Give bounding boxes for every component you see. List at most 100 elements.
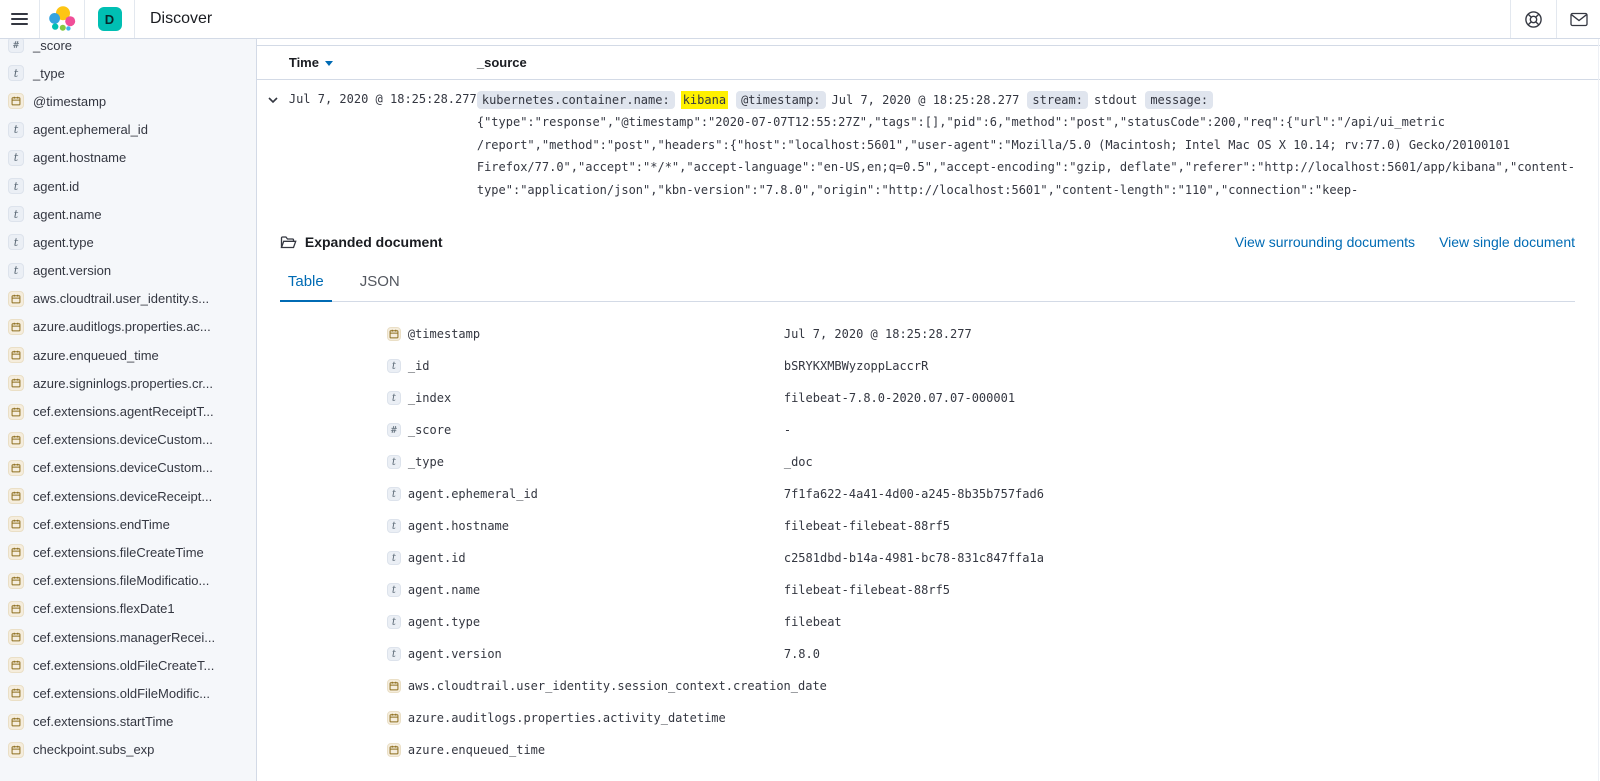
tab-json[interactable]: JSON xyxy=(352,273,408,301)
collapse-row-chevron-icon[interactable] xyxy=(265,92,281,108)
header-spacer xyxy=(212,0,1510,38)
document-field: tagent.name xyxy=(387,583,784,597)
sidebar-field-label: azure.signinlogs.properties.cr... xyxy=(33,376,213,391)
document-field-name: agent.ephemeral_id xyxy=(408,487,538,501)
document-field: t_index xyxy=(387,391,784,405)
string-type-icon: t xyxy=(8,65,24,81)
sidebar-field-cef.extensions.endTime[interactable]: cef.extensions.endTime xyxy=(0,510,256,538)
sidebar-field-label: cef.extensions.fileModificatio... xyxy=(33,573,209,588)
sidebar-field-cef.extensions.fileCreateTime[interactable]: cef.extensions.fileCreateTime xyxy=(0,538,256,566)
sidebar-field-cef.extensions.oldFileModific...[interactable]: cef.extensions.oldFileModific... xyxy=(0,679,256,707)
available-fields-list: #_scoret_type@timestamptagent.ephemeral_… xyxy=(0,39,256,764)
document-field: azure.enqueued_time xyxy=(387,743,784,757)
tab-table[interactable]: Table xyxy=(280,273,332,302)
sidebar-field-azure.auditlogs.properties.ac...[interactable]: azure.auditlogs.properties.ac... xyxy=(0,313,256,341)
elastic-logo-icon xyxy=(48,5,76,33)
sidebar-field-label: cef.extensions.deviceCustom... xyxy=(33,460,213,475)
document-field-name: _score xyxy=(408,423,451,437)
source-field-badge: @timestamp: xyxy=(736,91,825,109)
space-selector[interactable]: D xyxy=(85,0,135,38)
sidebar-field-cef.extensions.deviceCustom...[interactable]: cef.extensions.deviceCustom... xyxy=(0,426,256,454)
sidebar-field-agent.hostname[interactable]: t agent.hostname xyxy=(0,144,256,172)
sidebar-field-label: cef.extensions.agentReceiptT... xyxy=(33,404,214,419)
newsfeed-button[interactable] xyxy=(1556,0,1600,38)
help-button[interactable] xyxy=(1510,0,1556,38)
sidebar-field-checkpoint.subs_exp[interactable]: checkpoint.subs_exp xyxy=(0,736,256,764)
date-type-icon xyxy=(8,685,24,701)
document-field-value: filebeat-filebeat-88rf5 xyxy=(784,519,950,533)
date-type-icon xyxy=(8,404,24,420)
sidebar-field-label: cef.extensions.deviceReceipt... xyxy=(33,489,212,504)
sidebar-field-agent.version[interactable]: tagent.version xyxy=(0,257,256,285)
elastic-logo[interactable] xyxy=(40,0,85,38)
string-type-icon: t xyxy=(387,455,401,469)
document-fields-table: @timestampJul 7, 2020 @ 18:25:28.277t_id… xyxy=(280,302,1575,766)
results-table-header: Time _source xyxy=(257,45,1600,80)
sidebar-field-agent.ephemeral_id[interactable]: tagent.ephemeral_id xyxy=(0,116,256,144)
date-type-icon xyxy=(8,488,24,504)
document-field: t_type xyxy=(387,455,784,469)
sidebar-field-label: agent.ephemeral_id xyxy=(33,122,148,137)
sidebar-field-agent.type[interactable]: tagent.type xyxy=(0,228,256,256)
sidebar-field-cef.extensions.managerRecei...[interactable]: cef.extensions.managerRecei... xyxy=(0,623,256,651)
sidebar-field-label: cef.extensions.deviceCustom... xyxy=(33,432,213,447)
sort-descending-icon xyxy=(325,61,333,66)
sidebar-field-cef.extensions.agentReceiptT...[interactable]: cef.extensions.agentReceiptT... xyxy=(0,397,256,425)
string-type-icon: t xyxy=(387,391,401,405)
sidebar-field-label: agent.version xyxy=(33,263,111,278)
space-avatar[interactable]: D xyxy=(98,7,122,31)
document-field-row: tagent.typefilebeat xyxy=(280,606,1575,638)
date-type-icon xyxy=(8,629,24,645)
string-type-icon: t xyxy=(8,150,24,166)
sidebar-field-label: cef.extensions.flexDate1 xyxy=(33,601,175,616)
breadcrumb-app-title: Discover xyxy=(135,0,212,38)
string-type-icon: t xyxy=(8,206,24,222)
sidebar-field-cef.extensions.deviceReceipt...[interactable]: cef.extensions.deviceReceipt... xyxy=(0,482,256,510)
sidebar-field-label: agent.hostname xyxy=(33,150,126,165)
sidebar-field-cef.extensions.deviceCustom...[interactable]: cef.extensions.deviceCustom... xyxy=(0,454,256,482)
sidebar-field-azure.signinlogs.properties.cr...[interactable]: azure.signinlogs.properties.cr... xyxy=(0,369,256,397)
document-field-name: agent.type xyxy=(408,615,480,629)
date-type-icon xyxy=(387,679,401,693)
top-navigation-bar: D Discover xyxy=(0,0,1600,39)
string-type-icon: t xyxy=(387,519,401,533)
sidebar-field-label: cef.extensions.fileCreateTime xyxy=(33,545,204,560)
discover-results-panel: Time _source Jul 7, 2020 @ 18:25:28.277 … xyxy=(257,39,1600,781)
document-field-name: agent.id xyxy=(408,551,466,565)
date-type-icon xyxy=(8,460,24,476)
sidebar-field-label: aws.cloudtrail.user_identity.s... xyxy=(33,291,209,306)
sidebar-field-cef.extensions.flexDate1[interactable]: cef.extensions.flexDate1 xyxy=(0,595,256,623)
sidebar-field-aws.cloudtrail.user_identity.s...[interactable]: aws.cloudtrail.user_identity.s... xyxy=(0,285,256,313)
sidebar-field-cef.extensions.startTime[interactable]: cef.extensions.startTime xyxy=(0,708,256,736)
source-message-line: type":"application/json","kbn-version":"… xyxy=(477,179,1575,201)
document-field-value: 7f1fa622-4a41-4d00-a245-8b35b757fad6 xyxy=(784,487,1044,501)
document-field-row: tagent.version7.8.0 xyxy=(280,638,1575,670)
document-field-row: t_indexfilebeat-7.8.0-2020.07.07-000001 xyxy=(280,382,1575,414)
time-column-header[interactable]: Time xyxy=(289,55,477,70)
sidebar-field-@timestamp[interactable]: @timestamp xyxy=(0,87,256,115)
date-type-icon xyxy=(8,714,24,730)
view-surrounding-documents-link[interactable]: View surrounding documents xyxy=(1235,234,1415,250)
sidebar-field-agent.name[interactable]: t agent.name xyxy=(0,200,256,228)
date-type-icon xyxy=(8,516,24,532)
menu-button[interactable] xyxy=(0,0,40,38)
document-field: aws.cloudtrail.user_identity.session_con… xyxy=(387,679,784,693)
date-type-icon xyxy=(387,327,401,341)
sidebar-field-label: _score xyxy=(33,39,72,53)
sidebar-field-label: agent.name xyxy=(33,207,102,222)
sidebar-field-_score[interactable]: #_score xyxy=(0,39,256,59)
document-field-row: #_score - xyxy=(280,414,1575,446)
view-single-document-link[interactable]: View single document xyxy=(1439,234,1575,250)
sidebar-field-agent.id[interactable]: tagent.id xyxy=(0,172,256,200)
sidebar-field-azure.enqueued_time[interactable]: azure.enqueued_time xyxy=(0,341,256,369)
sidebar-field-cef.extensions.fileModificatio...[interactable]: cef.extensions.fileModificatio... xyxy=(0,567,256,595)
sidebar-field-label: cef.extensions.endTime xyxy=(33,517,170,532)
source-field-value: Jul 7, 2020 @ 18:25:28.277 xyxy=(832,89,1020,111)
sidebar-field-cef.extensions.oldFileCreateT...[interactable]: cef.extensions.oldFileCreateT... xyxy=(0,651,256,679)
sidebar-field-_type[interactable]: t_type xyxy=(0,59,256,87)
sidebar-field-label: cef.extensions.startTime xyxy=(33,714,173,729)
document-field: #_score xyxy=(387,423,784,437)
document-field-name: agent.hostname xyxy=(408,519,509,533)
source-field-badge: stream: xyxy=(1027,91,1088,109)
source-column-header: _source xyxy=(477,55,1600,70)
